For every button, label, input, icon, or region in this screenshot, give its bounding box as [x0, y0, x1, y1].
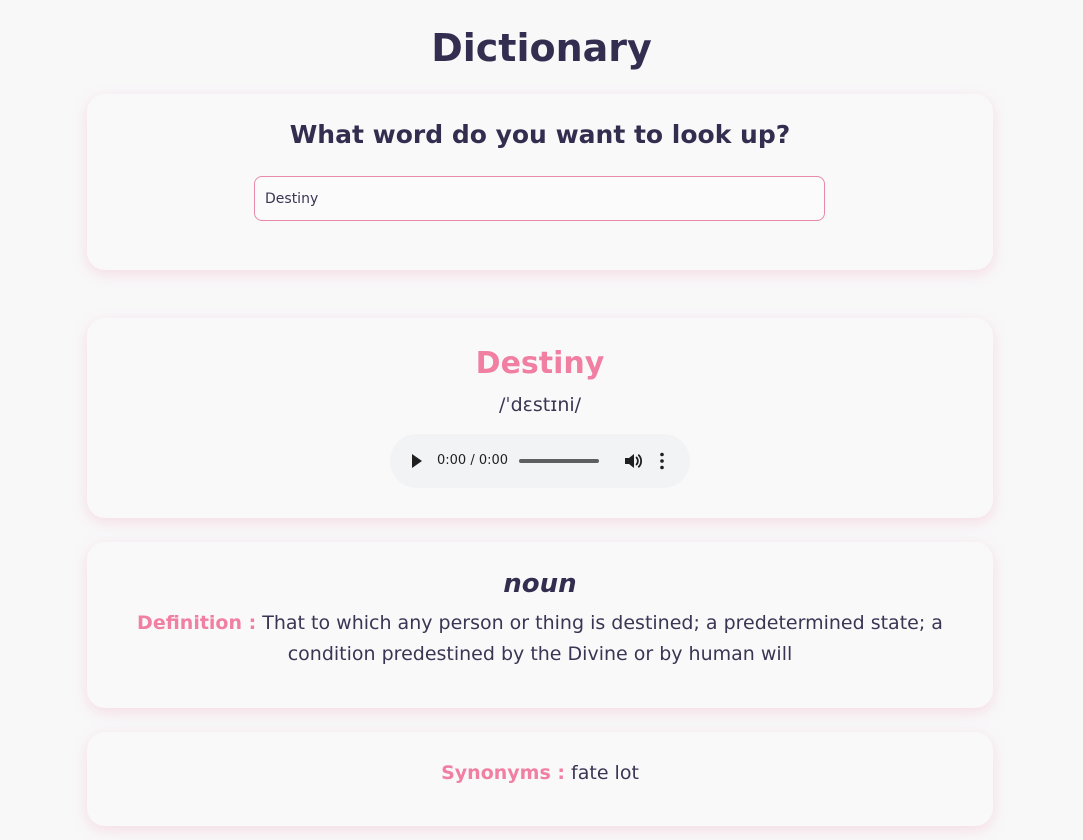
synonyms-card: Synonyms : fate lot — [87, 732, 993, 826]
phonetic-text: /ˈdɛstɪni/ — [498, 394, 582, 416]
audio-player: 0:00 / 0:00 — [390, 434, 690, 488]
audio-progress-slider[interactable] — [519, 459, 599, 463]
search-input[interactable] — [254, 176, 825, 221]
more-vertical-icon[interactable] — [658, 452, 666, 470]
definition-card: noun Definition : That to which any pers… — [87, 542, 993, 708]
page-title: Dictionary — [431, 26, 652, 70]
audio-time: 0:00 / 0:00 — [437, 453, 509, 468]
search-heading: What word do you want to look up? — [289, 120, 791, 149]
synonyms-text: Synonyms : fate lot — [87, 758, 993, 788]
play-icon[interactable] — [412, 454, 422, 468]
synonyms-label: Synonyms : — [441, 762, 565, 784]
volume-icon[interactable] — [623, 451, 643, 471]
word-card: Destiny /ˈdɛstɪni/ 0:00 / 0:00 — [87, 318, 993, 518]
word-title: Destiny — [475, 346, 605, 381]
definition-label: Definition : — [137, 612, 257, 634]
definition-body: That to which any person or thing is des… — [262, 612, 943, 665]
part-of-speech: noun — [503, 569, 577, 599]
synonyms-list: fate lot — [571, 762, 639, 784]
definition-text: Definition : That to which any person or… — [117, 608, 963, 670]
search-card: What word do you want to look up? — [87, 94, 993, 270]
